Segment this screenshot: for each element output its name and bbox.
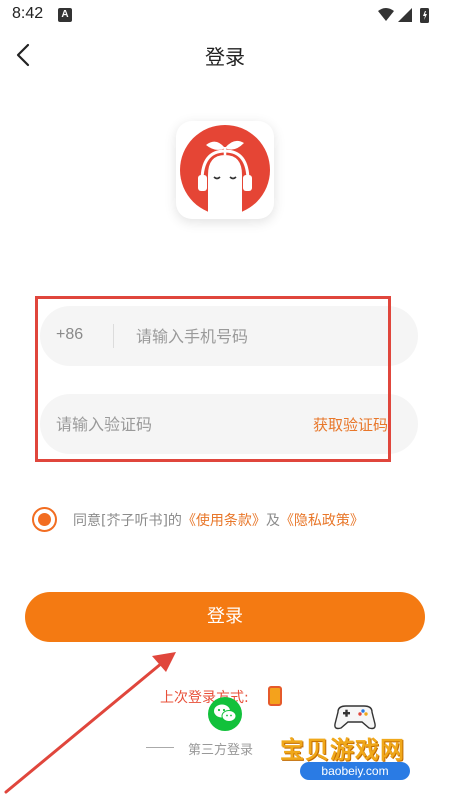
agreement-row: 同意[芥子听书]的《使用条款》及《隐私政策》 (32, 506, 432, 534)
privacy-link[interactable]: 《隐私政策》 (280, 513, 364, 529)
third-party-label: 第三方登录 (188, 743, 254, 758)
terms-link[interactable]: 《使用条款》 (182, 513, 266, 529)
highlight-annotation-box (35, 296, 391, 462)
agree-radio[interactable] (32, 507, 57, 532)
wifi-icon (378, 8, 394, 21)
agreement-text: 同意[芥子听书]的《使用条款》及《隐私政策》 (73, 510, 364, 530)
app-logo (176, 121, 274, 219)
page-title: 登录 (205, 45, 245, 69)
agreement-prefix: 同意[芥子听书]的 (73, 513, 182, 529)
watermark-logo: 宝贝游戏网 baobeiy.com (270, 700, 445, 795)
app-logo-icon (180, 125, 270, 215)
wechat-login-button[interactable] (208, 697, 242, 731)
signal-icon (398, 8, 412, 22)
wechat-icon (214, 704, 237, 722)
status-bar: 8:42 A (0, 0, 450, 30)
header: 登录 (0, 30, 450, 80)
watermark-text: 宝贝游戏网 (280, 736, 405, 764)
annotation-arrow-icon (4, 652, 176, 794)
status-time: 8:42 (12, 5, 44, 22)
agreement-conjunction: 及 (265, 513, 280, 529)
status-icons (378, 8, 429, 23)
notification-icon: A (58, 8, 72, 22)
gamepad-icon (334, 705, 376, 730)
watermark-url: baobeiy.com (300, 762, 410, 780)
divider-line (146, 747, 174, 748)
login-button[interactable]: 登录 (25, 592, 425, 642)
